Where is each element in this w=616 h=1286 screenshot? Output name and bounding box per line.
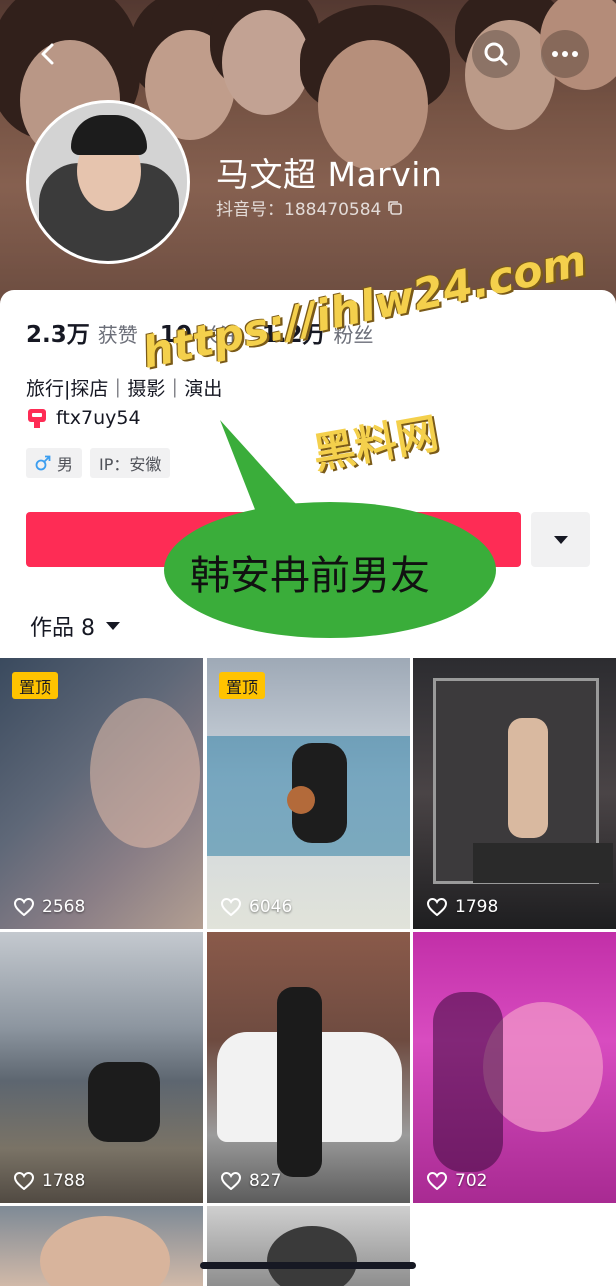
pinned-badge: 置顶 xyxy=(12,672,59,699)
link-icon xyxy=(28,409,46,428)
back-button[interactable] xyxy=(24,30,72,78)
bio-text: 旅行|探店｜摄影｜演出 xyxy=(26,378,223,400)
back-icon xyxy=(41,43,54,65)
bio-link[interactable]: ftx7uy54 xyxy=(26,407,141,429)
pinned-badge: 置顶 xyxy=(219,672,266,699)
video-thumb-shape xyxy=(90,698,200,848)
douyin-id-text: 抖音号：188470584 xyxy=(216,200,382,220)
video-likes-count: 2568 xyxy=(42,897,86,917)
video-likes-count: 1798 xyxy=(455,897,499,917)
video-likes-count: 1788 xyxy=(42,1171,86,1191)
heart-icon xyxy=(221,898,241,916)
tab-works-label: 作品 8 xyxy=(30,616,95,641)
expand-button[interactable] xyxy=(531,512,590,567)
bio-link-text: ftx7uy54 xyxy=(56,407,141,429)
gender-label: 男 xyxy=(57,455,74,474)
copy-icon[interactable] xyxy=(387,200,403,216)
speech-bubble-text: 韩安冉前男友 xyxy=(190,553,430,599)
search-icon xyxy=(484,42,508,66)
video-likes: 6046 xyxy=(221,897,292,917)
video-item[interactable]: 置顶 6046 xyxy=(207,658,410,929)
profile-name: 马文超 Marvin xyxy=(216,155,443,194)
video-thumb-shape xyxy=(508,718,548,838)
video-item[interactable]: 827 xyxy=(207,932,410,1203)
video-thumb-shape xyxy=(267,1226,357,1286)
video-item[interactable]: 置顶 2568 xyxy=(0,658,203,929)
ip-tag: IP：安徽 xyxy=(90,448,171,478)
video-thumb-shape xyxy=(287,786,315,814)
heart-icon xyxy=(14,1172,34,1190)
home-indicator xyxy=(200,1262,416,1269)
video-likes: 827 xyxy=(221,1171,281,1191)
video-likes-count: 6046 xyxy=(249,897,293,917)
video-item[interactable]: 1798 xyxy=(413,658,616,929)
more-icon xyxy=(552,51,578,57)
video-thumb-shape xyxy=(40,1216,170,1286)
tab-works[interactable]: 作品 8 xyxy=(30,610,121,642)
video-item[interactable] xyxy=(0,1206,203,1286)
more-options-button[interactable] xyxy=(541,30,589,78)
video-thumb-shape xyxy=(277,987,322,1177)
video-thumb-shape xyxy=(433,992,503,1172)
profile-tags: 男 IP：安徽 xyxy=(26,448,171,478)
video-item[interactable]: 702 xyxy=(413,932,616,1203)
video-likes: 2568 xyxy=(14,897,85,917)
video-item[interactable] xyxy=(207,1206,410,1286)
video-likes: 1788 xyxy=(14,1171,85,1191)
gender-tag: 男 xyxy=(26,448,83,478)
caret-down-icon xyxy=(553,535,568,544)
video-likes: 702 xyxy=(427,1171,487,1191)
heart-icon xyxy=(427,1172,447,1190)
likes-label: 获赞 xyxy=(97,323,138,347)
heart-icon xyxy=(14,898,34,916)
douyin-id[interactable]: 抖音号：188470584 xyxy=(216,195,403,220)
search-button[interactable] xyxy=(472,30,520,78)
video-likes-count: 702 xyxy=(455,1171,488,1191)
video-thumb-shape xyxy=(88,1062,160,1142)
video-item[interactable]: 1788 xyxy=(0,932,203,1203)
likes-count: 2.3万 xyxy=(26,322,90,348)
avatar[interactable] xyxy=(26,100,190,264)
video-likes-count: 827 xyxy=(249,1171,282,1191)
heart-icon xyxy=(221,1172,241,1190)
heart-icon xyxy=(427,898,447,916)
video-likes: 1798 xyxy=(427,897,498,917)
male-icon xyxy=(35,455,51,471)
caret-down-icon xyxy=(106,622,120,630)
video-thumb-shape xyxy=(473,843,613,883)
